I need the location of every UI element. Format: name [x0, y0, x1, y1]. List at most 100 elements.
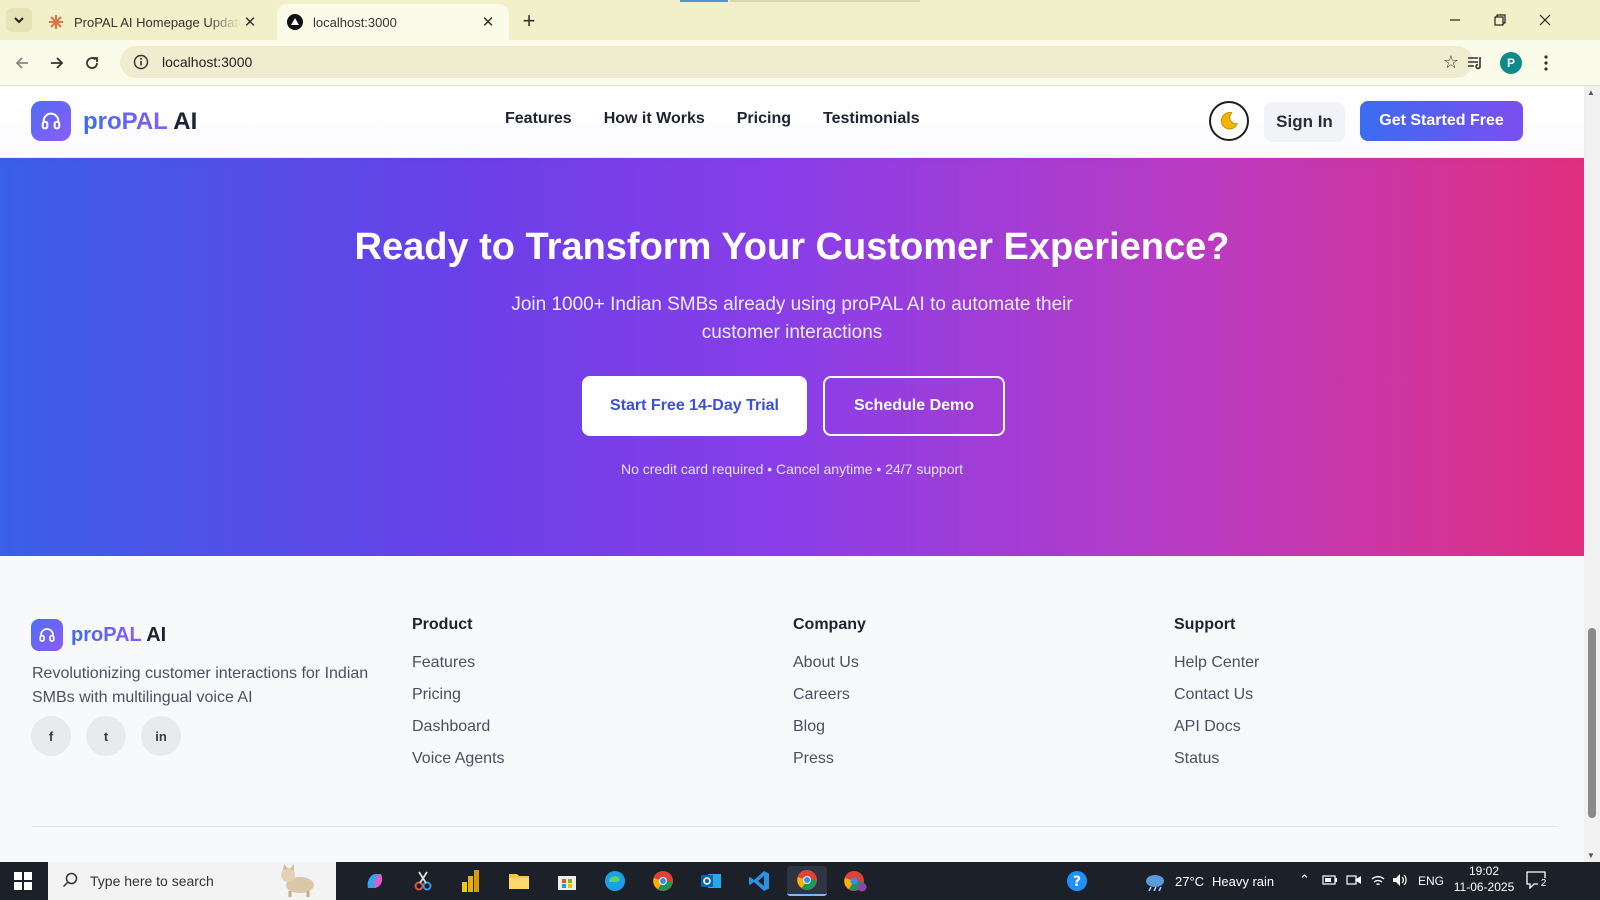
outlook-icon: [701, 874, 721, 888]
profile-button[interactable]: P: [1497, 49, 1525, 77]
url-text: localhost:3000: [162, 54, 253, 70]
tab-strip-indicator: [680, 0, 728, 2]
tab-strip-indicator: [730, 0, 920, 2]
wifi-icon[interactable]: [1370, 873, 1386, 890]
meet-now-icon[interactable]: [1346, 873, 1362, 890]
taskbar-search-placeholder: Type here to search: [90, 873, 214, 889]
help-tray-button[interactable]: ?: [1057, 866, 1097, 896]
taskbar-app-store[interactable]: [547, 866, 587, 896]
page-scrollbar[interactable]: ▲ ▼: [1584, 86, 1600, 862]
notification-center-button[interactable]: 2: [1526, 871, 1549, 891]
tab-search-button[interactable]: [6, 8, 32, 32]
back-button[interactable]: [8, 49, 36, 77]
taskbar-app-chrome[interactable]: [643, 866, 683, 896]
battery-icon[interactable]: [1322, 873, 1338, 890]
vercel-favicon-icon: [287, 14, 303, 30]
minimize-window-button[interactable]: [1432, 6, 1478, 34]
forward-button[interactable]: [43, 49, 71, 77]
footer-link-voice-agents[interactable]: Voice Agents: [412, 750, 505, 782]
close-window-button[interactable]: [1522, 6, 1568, 34]
footer-link-pricing[interactable]: Pricing: [412, 686, 505, 718]
twitter-link[interactable]: t: [86, 716, 126, 756]
scroll-up-icon[interactable]: ▲: [1587, 88, 1595, 97]
nav-features[interactable]: Features: [505, 110, 572, 128]
theme-toggle-button[interactable]: [1209, 101, 1249, 141]
start-trial-button[interactable]: Start Free 14-Day Trial: [582, 376, 807, 436]
browser-tab-bar: ProPAL AI Homepage Update - ✕ localhost:…: [0, 0, 1600, 40]
help-icon: ?: [1067, 871, 1087, 891]
weather-rain-icon[interactable]: [1143, 873, 1167, 894]
footer-link-api-docs[interactable]: API Docs: [1174, 718, 1259, 750]
scroll-down-icon[interactable]: ▼: [1587, 851, 1595, 860]
taskbar-app-file-explorer[interactable]: [499, 866, 539, 896]
nav-how-it-works[interactable]: How it Works: [604, 110, 705, 128]
facebook-link[interactable]: f: [31, 716, 71, 756]
close-icon: [1539, 14, 1551, 26]
scrollbar-thumb[interactable]: [1588, 628, 1596, 818]
clock-date: 11-06-2025: [1453, 880, 1515, 894]
footer-link-press[interactable]: Press: [793, 750, 866, 782]
taskbar-app-outlook[interactable]: [691, 866, 731, 896]
schedule-demo-button[interactable]: Schedule Demo: [823, 376, 1005, 436]
taskbar-app-vscode[interactable]: [739, 866, 779, 896]
taskbar-search-box[interactable]: Type here to search: [48, 862, 336, 900]
footer-link-about-us[interactable]: About Us: [793, 654, 866, 686]
weather-desc[interactable]: Heavy rain: [1212, 874, 1274, 889]
new-tab-button[interactable]: +: [516, 8, 542, 34]
bookmark-star-icon[interactable]: ☆: [1443, 52, 1459, 73]
chrome-icon: [797, 870, 817, 890]
browser-menu-button[interactable]: [1532, 49, 1560, 77]
search-highlight-cat-icon: [276, 863, 322, 900]
footer-link-blog[interactable]: Blog: [793, 718, 866, 750]
chrome-icon: [653, 871, 673, 891]
taskbar-app-chrome-active[interactable]: [787, 866, 827, 896]
taskbar-app-snipping[interactable]: [403, 866, 443, 896]
taskbar-app-chrome-profile[interactable]: [835, 866, 875, 896]
footer-column-support: Support Help Center Contact Us API Docs …: [1174, 616, 1259, 782]
folder-icon: [509, 874, 529, 889]
get-started-button[interactable]: Get Started Free: [1360, 101, 1523, 141]
logo-pro-text: proPAL: [71, 624, 142, 646]
claude-favicon-icon: [48, 14, 64, 30]
start-button[interactable]: [0, 862, 46, 900]
taskbar-app-edge[interactable]: [595, 866, 635, 896]
footer-link-contact-us[interactable]: Contact Us: [1174, 686, 1259, 718]
footer-link-features[interactable]: Features: [412, 654, 505, 686]
footer-logo-wordmark[interactable]: proPAL AI: [71, 624, 166, 647]
power-bi-icon: [462, 870, 479, 892]
tab-localhost[interactable]: localhost:3000 ✕: [277, 4, 509, 40]
nav-pricing[interactable]: Pricing: [737, 110, 791, 128]
logo-mark[interactable]: [31, 101, 71, 141]
footer-link-status[interactable]: Status: [1174, 750, 1259, 782]
close-tab-icon[interactable]: ✕: [479, 13, 497, 31]
footer-link-help-center[interactable]: Help Center: [1174, 654, 1259, 686]
nav-testimonials[interactable]: Testimonials: [823, 110, 920, 128]
volume-icon[interactable]: [1392, 873, 1408, 890]
show-hidden-icons-icon[interactable]: ⌃: [1299, 872, 1310, 888]
clock[interactable]: 19:02 11-06-2025: [1453, 864, 1515, 894]
copilot-icon: [367, 873, 383, 889]
footer-link-dashboard[interactable]: Dashboard: [412, 718, 505, 750]
sign-in-button[interactable]: Sign In: [1264, 102, 1345, 142]
tab-propal-homepage[interactable]: ProPAL AI Homepage Update - ✕: [36, 4, 271, 40]
close-tab-icon[interactable]: ✕: [241, 13, 259, 31]
weather-temp[interactable]: 27°C: [1175, 874, 1204, 889]
taskbar-app-power-bi[interactable]: [451, 866, 491, 896]
more-vertical-icon: [1544, 55, 1548, 71]
logo-ai-text: AI: [146, 624, 167, 646]
logo-wordmark[interactable]: proPAL AI: [83, 108, 197, 136]
linkedin-link[interactable]: in: [141, 716, 181, 756]
address-bar[interactable]: localhost:3000 ☆: [120, 46, 1473, 78]
media-control-button[interactable]: [1462, 49, 1490, 77]
language-indicator[interactable]: ENG: [1418, 874, 1444, 888]
site-info-icon[interactable]: [124, 54, 158, 70]
windows-taskbar: Type here to search ? 27°C Heavy rain ⌃ …: [0, 862, 1600, 900]
footer-link-careers[interactable]: Careers: [793, 686, 866, 718]
footer-column-title: Support: [1174, 616, 1236, 633]
arrow-left-icon: [15, 57, 28, 69]
footer-logo-mark[interactable]: [31, 619, 63, 651]
restore-window-button[interactable]: [1477, 6, 1523, 34]
reload-button[interactable]: [78, 49, 106, 77]
taskbar-app-copilot[interactable]: [355, 866, 395, 896]
footer-column-title: Product: [412, 616, 473, 633]
